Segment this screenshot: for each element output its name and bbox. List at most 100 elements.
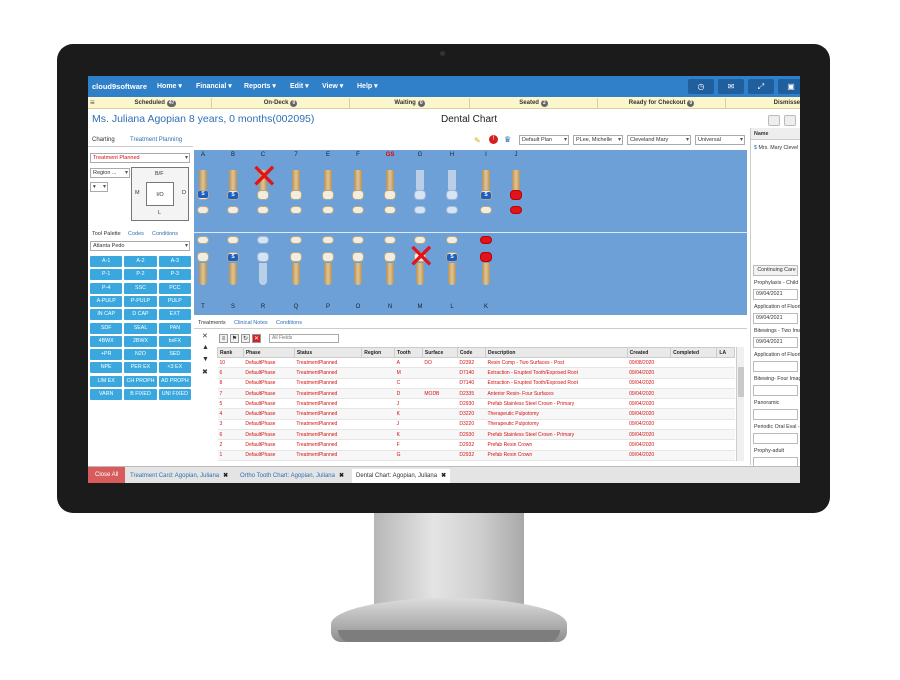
expand-icon[interactable]: ⤢ <box>748 79 774 94</box>
menu-view[interactable]: View ▾ <box>322 82 343 90</box>
column-header[interactable]: Created <box>626 347 672 358</box>
move-up-icon[interactable]: ▲ <box>202 344 209 351</box>
column-header[interactable]: Rank <box>217 347 244 358</box>
care-item-date[interactable] <box>753 433 798 444</box>
filter-input[interactable]: All Fields <box>269 334 339 343</box>
palette-button[interactable]: P-PULP <box>124 295 157 307</box>
palette-button[interactable]: IN CAP <box>90 309 123 321</box>
surface-selector[interactable]: B/F M D L I/O <box>131 167 189 221</box>
tab-ortho-tooth-chart[interactable]: Ortho Tooth Chart: Agopian, Juliana ✖ <box>236 469 348 483</box>
palette-button[interactable]: P-3 <box>158 269 191 281</box>
delete-icon[interactable]: ✕ <box>252 334 261 343</box>
palette-button[interactable]: A-1 <box>90 256 123 267</box>
refresh-icon[interactable]: ↻ <box>241 334 250 343</box>
tab-charting[interactable]: Charting <box>92 137 115 143</box>
palette-button[interactable]: 4BWX <box>90 335 123 347</box>
tab-codes[interactable]: Codes <box>128 231 144 237</box>
provider-select[interactable]: PLee, Michelle <box>573 135 623 145</box>
teeth-icon[interactable]: ♛ <box>504 135 511 144</box>
mail-icon[interactable]: ✉ <box>718 79 744 94</box>
column-header[interactable]: Phase <box>242 347 295 358</box>
palette-button[interactable]: A-2 <box>124 256 157 267</box>
table-row[interactable]: 1 DefaultPhase TreatmentPlanned G D2932 Prefa… <box>217 450 735 461</box>
status-on-deck[interactable]: On-Deck 0 <box>212 98 350 108</box>
table-row[interactable]: 10 DefaultPhase TreatmentPlanned A DO D2392 Re… <box>217 357 735 369</box>
palette-button[interactable]: NPE <box>90 362 123 374</box>
palette-button[interactable]: PCC <box>158 282 191 294</box>
lock-icon[interactable]: ▣ <box>778 79 800 94</box>
surface-m[interactable]: M <box>135 190 140 196</box>
patient-title[interactable]: Ms. Juliana Agopian 8 years, 0 months(00… <box>92 113 314 125</box>
care-item-date[interactable]: 09/04/2021 <box>753 289 798 300</box>
key-icon[interactable]: ✎ <box>474 136 481 145</box>
table-row[interactable]: 8 DefaultPhase TreatmentPlanned C D7140 Extra… <box>217 378 735 389</box>
column-header[interactable]: Description <box>484 347 628 358</box>
alert-icon[interactable]: ! <box>489 135 498 144</box>
calculator-icon[interactable] <box>768 115 780 126</box>
status-seated[interactable]: Seated 2 <box>470 98 598 108</box>
palette-button[interactable]: VARN <box>90 389 123 400</box>
palette-button[interactable]: +PR <box>90 349 123 361</box>
status-select[interactable]: Treatment Planned <box>90 153 190 163</box>
care-item-date[interactable]: 09/04/2021 <box>753 313 798 324</box>
palette-button[interactable]: PAN <box>158 322 191 334</box>
column-header[interactable]: Tooth <box>394 347 423 358</box>
care-item-date[interactable]: 09/04/2021 <box>753 337 798 348</box>
tab-treatment-planning[interactable]: Treatment Planning <box>130 137 182 143</box>
clock-icon[interactable]: ◷ <box>688 79 714 94</box>
palette-button[interactable]: SDF <box>90 322 123 334</box>
palette-button[interactable]: EXT <box>158 309 191 321</box>
palette-button[interactable]: AD PROPH <box>158 375 191 387</box>
region-select[interactable]: Region ... <box>90 168 130 178</box>
palette-button[interactable]: A-3 <box>158 256 191 267</box>
column-header[interactable]: Surface <box>421 347 458 358</box>
grid-scrollbar[interactable] <box>736 347 744 461</box>
close-icon[interactable]: ✖ <box>223 473 228 479</box>
tab-conditions[interactable]: Conditions <box>152 231 178 237</box>
tab-tool-palette[interactable]: Tool Palette <box>92 231 121 237</box>
palette-button[interactable]: bxFX <box>158 335 191 347</box>
doctor-select[interactable]: Cleveland Mary <box>627 135 691 145</box>
table-row[interactable]: 3 DefaultPhase TreatmentPlanned J D3220 Thera… <box>217 419 735 431</box>
palette-button[interactable]: PER EX <box>124 362 157 374</box>
responsible-party[interactable]: $ Mrs. Mary Clevel <box>754 145 798 151</box>
view-select[interactable]: Universal <box>695 135 745 145</box>
plan-select[interactable]: Default Plan <box>519 135 569 145</box>
tooth-type-select[interactable]: ▾ <box>90 182 108 192</box>
table-row[interactable]: 2 DefaultPhase TreatmentPlanned F D2932 Prefa… <box>217 439 735 451</box>
status-scheduled[interactable]: Scheduled 47 <box>100 98 212 108</box>
tab-clinical-notes[interactable]: Clinical Notes <box>234 320 268 326</box>
column-header[interactable]: Region <box>361 347 396 358</box>
palette-button[interactable]: P-1 <box>90 269 123 281</box>
close-all-button[interactable]: Close All <box>88 467 126 483</box>
palette-button[interactable]: SSC <box>124 282 157 294</box>
surface-d[interactable]: D <box>182 190 186 196</box>
palette-button[interactable]: P-2 <box>124 269 157 281</box>
palette-button[interactable]: SED <box>158 349 191 361</box>
tab-dental-chart[interactable]: Dental Chart: Agopian, Juliana ✖ <box>352 469 451 483</box>
menu-reports[interactable]: Reports ▾ <box>244 82 276 90</box>
menu-financial[interactable]: Financial ▾ <box>196 82 232 90</box>
hamburger-icon[interactable]: ≡ <box>90 98 95 107</box>
palette-button[interactable]: A-PULP <box>90 295 123 307</box>
menu-edit[interactable]: Edit ▾ <box>290 82 309 90</box>
palette-button[interactable]: <3 EX <box>158 362 191 374</box>
tab-treatment-card[interactable]: Treatment Card: Agopian, Juliana ✖ <box>126 469 232 483</box>
palette-button[interactable]: CH PROPH <box>124 375 157 387</box>
palette-button[interactable]: SEAL <box>124 322 157 334</box>
move-down-icon[interactable]: ▼ <box>202 356 209 363</box>
table-row[interactable]: 6 DefaultPhase TreatmentPlanned M D7140 Extra… <box>217 367 735 379</box>
palette-button[interactable]: B FIXED <box>124 389 157 400</box>
close-icon[interactable]: ✖ <box>339 473 344 479</box>
care-item-date[interactable] <box>753 361 798 372</box>
remove-icon[interactable]: ✖ <box>202 368 208 376</box>
table-row[interactable]: 7 DefaultPhase TreatmentPlanned D MODB D2335 A… <box>217 388 735 400</box>
surface-io[interactable]: I/O <box>146 182 174 206</box>
continuing-care-button[interactable]: Continuing Care <box>753 265 798 276</box>
palette-button[interactable]: 2BWX <box>124 335 157 347</box>
care-item-date[interactable] <box>753 385 798 396</box>
menu-help[interactable]: Help ▾ <box>357 82 378 90</box>
table-row[interactable]: 6 DefaultPhase TreatmentPlanned K D2930 Prefa… <box>217 429 735 441</box>
care-item-date[interactable] <box>753 409 798 420</box>
print-icon[interactable] <box>784 115 796 126</box>
